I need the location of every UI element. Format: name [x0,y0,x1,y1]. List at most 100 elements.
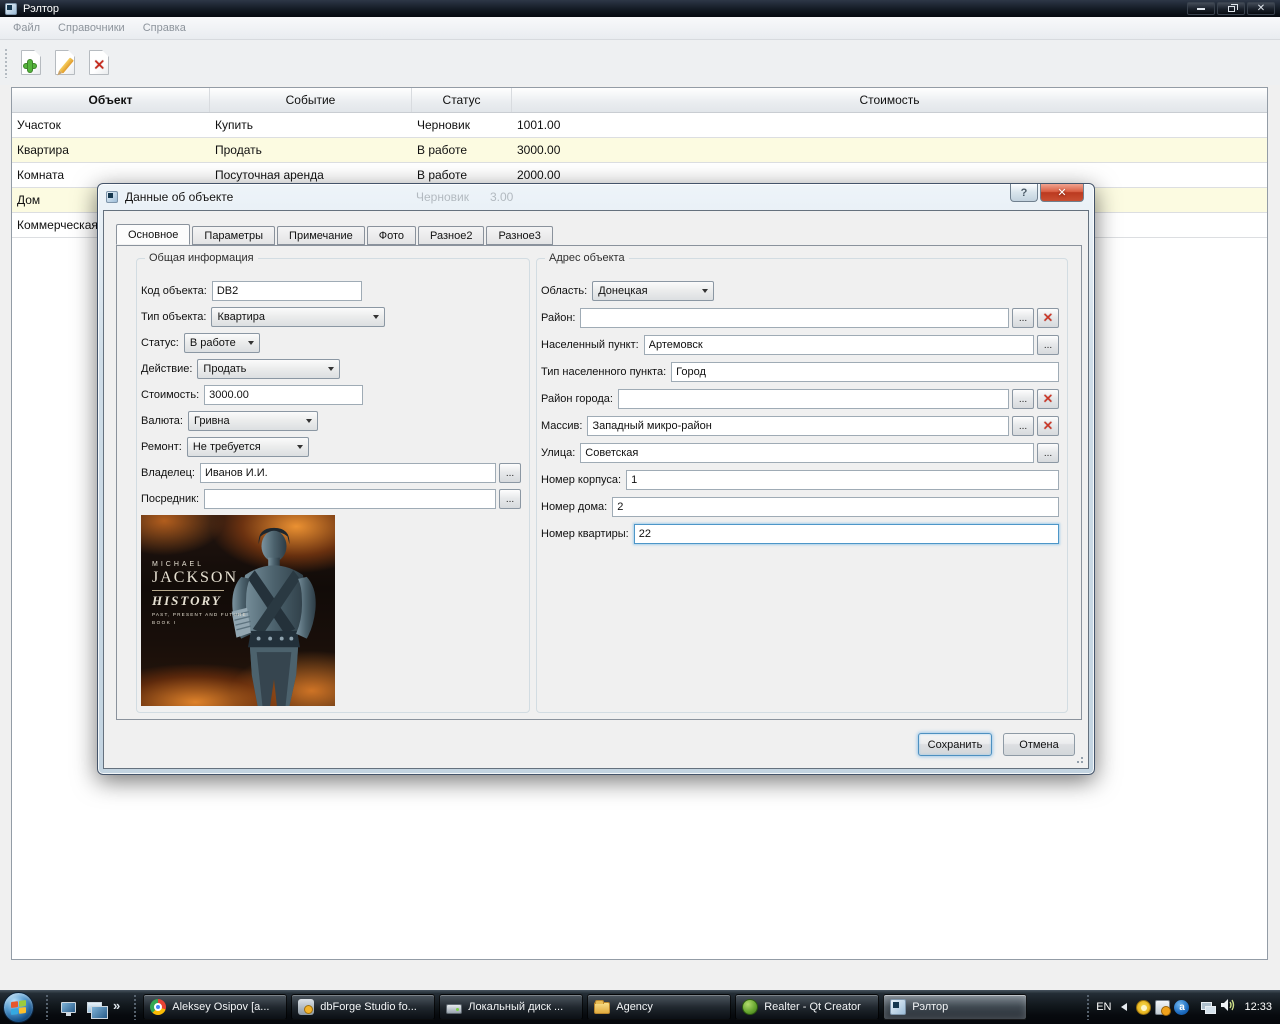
dialog-caption-buttons: ? ✕ [1010,184,1084,202]
table-row[interactable]: Квартира Продать В работе 3000.00 [12,138,1267,163]
locality-input[interactable] [643,335,1034,355]
city-district-clear-button[interactable]: ✕ [1037,389,1059,409]
taskbar: » Aleksey Osipov [a... dbForge Studio fo… [0,990,1280,1024]
taskbar-task-qtcreator[interactable]: Realter - Qt Creator [735,994,880,1020]
language-indicator[interactable]: EN [1096,1001,1111,1013]
clock[interactable]: 12:33 [1244,1001,1272,1013]
city-district-input[interactable] [617,389,1009,409]
repair-value: Не требуется [192,441,261,453]
tab-note[interactable]: Примечание [277,226,365,245]
menu-help[interactable]: Справка [134,17,195,40]
chevron-down-icon [301,412,317,430]
network-screen [1205,1005,1217,1014]
header-cost[interactable]: Стоимость [512,88,1267,112]
delete-record-button[interactable]: ✕ [83,46,115,80]
form-row-locality-type: Тип населенного пункта: [541,362,1059,382]
header-object[interactable]: Объект [12,88,210,112]
chevron-left-icon[interactable] [1121,1003,1128,1011]
district-clear-button[interactable]: ✕ [1037,308,1059,328]
massif-input[interactable] [587,416,1009,436]
type-value: Квартира [217,311,266,323]
action-select[interactable]: Продать [197,359,341,379]
edit-record-button[interactable] [49,46,81,80]
building-label: Номер корпуса: [541,474,622,486]
taskbar-task-agency[interactable]: Agency [587,994,732,1020]
dialog-close-button[interactable]: ✕ [1040,184,1084,202]
owner-label: Владелец: [141,467,195,479]
save-button[interactable]: Сохранить [918,733,992,756]
locality-type-label: Тип населенного пункта: [541,366,667,378]
table-row[interactable]: Участок Купить Черновик 1001.00 [12,113,1267,138]
menu-file[interactable]: Файл [4,17,49,40]
main-titlebar[interactable]: Рэлтор ✕ [0,0,1280,17]
taskbar-task-dbforge[interactable]: dbForge Studio fo... [291,994,436,1020]
cancel-button[interactable]: Отмена [1003,733,1075,756]
task-label: Локальный диск ... [468,1001,564,1013]
resize-grip[interactable] [1074,754,1084,764]
tab-photo[interactable]: Фото [366,226,416,245]
a-tray-icon[interactable]: a [1174,999,1190,1015]
tab-misc3[interactable]: Разное3 [486,226,553,245]
street-input[interactable] [580,443,1034,463]
currency-select[interactable]: Гривна [187,411,318,431]
agent-input[interactable] [204,489,496,509]
repair-select[interactable]: Не требуется [186,437,309,457]
apartment-number-input[interactable] [633,524,1059,544]
district-input[interactable] [580,308,1009,328]
owner-input[interactable] [199,463,496,483]
cell-cost: 1001.00 [517,118,561,132]
object-data-dialog: Данные об объекте Черновик 3.00 ? ✕ Осно… [97,183,1095,775]
volume-icon[interactable] [1220,997,1236,1018]
locality-type-input[interactable] [671,362,1059,382]
massif-clear-button[interactable]: ✕ [1037,416,1059,436]
dialog-icon [106,191,118,203]
restore-button[interactable] [1217,2,1245,15]
agent-browse-button[interactable]: ... [499,489,521,509]
network-icon[interactable] [1201,1000,1217,1015]
massif-browse-button[interactable]: ... [1012,416,1034,436]
taskbar-task-realtor[interactable]: Рэлтор [883,994,1028,1020]
chevron-down-icon [243,334,259,352]
add-record-button[interactable] [15,46,47,80]
district-browse-button[interactable]: ... [1012,308,1034,328]
taskbar-task-local-disk[interactable]: Локальный диск ... [439,994,584,1020]
tab-misc2[interactable]: Разное2 [418,226,485,245]
restore-icon [1227,3,1238,12]
house-number-input[interactable] [612,497,1059,517]
status-select[interactable]: В работе [183,333,260,353]
action-value: Продать [203,363,247,375]
chevron-right-icon[interactable]: » [113,998,120,1013]
album-title: HISTORY [152,593,222,608]
taskbar-task-chrome[interactable]: Aleksey Osipov [a... [143,994,288,1020]
header-status[interactable]: Статус [412,88,512,112]
tab-parameters[interactable]: Параметры [192,226,276,245]
menu-dictionaries[interactable]: Справочники [49,17,134,40]
chevron-down-icon [292,438,308,456]
close-button[interactable]: ✕ [1247,2,1275,15]
city-district-browse-button[interactable]: ... [1012,389,1034,409]
window-switcher-button[interactable] [83,996,108,1019]
locality-browse-button[interactable]: ... [1037,335,1059,355]
region-select[interactable]: Донецкая [592,281,715,301]
code-input[interactable] [211,281,362,301]
type-select[interactable]: Квартира [211,307,386,327]
chevron-down-icon [697,282,713,300]
minimize-button[interactable] [1187,2,1215,15]
general-info-group: Общая информация Код объекта: Тип объект… [136,252,530,713]
header-event[interactable]: Событие [210,88,412,112]
tab-main[interactable]: Основное [116,224,191,245]
start-button[interactable] [3,991,34,1023]
cell-object: Участок [17,118,61,132]
form-row-street: Улица: ... [541,443,1059,463]
calendar-tray-icon[interactable] [1155,999,1172,1016]
cost-input[interactable] [204,385,364,405]
antivirus-tray-icon[interactable] [1136,999,1152,1015]
street-browse-button[interactable]: ... [1037,443,1059,463]
owner-browse-button[interactable]: ... [499,463,521,483]
show-desktop-button[interactable] [57,996,79,1018]
street-label: Улица: [541,447,576,459]
building-number-input[interactable] [626,470,1059,490]
massif-label: Массив: [541,420,583,432]
dialog-titlebar[interactable]: Данные об объекте Черновик 3.00 [98,184,1094,210]
dialog-help-button[interactable]: ? [1010,184,1038,202]
